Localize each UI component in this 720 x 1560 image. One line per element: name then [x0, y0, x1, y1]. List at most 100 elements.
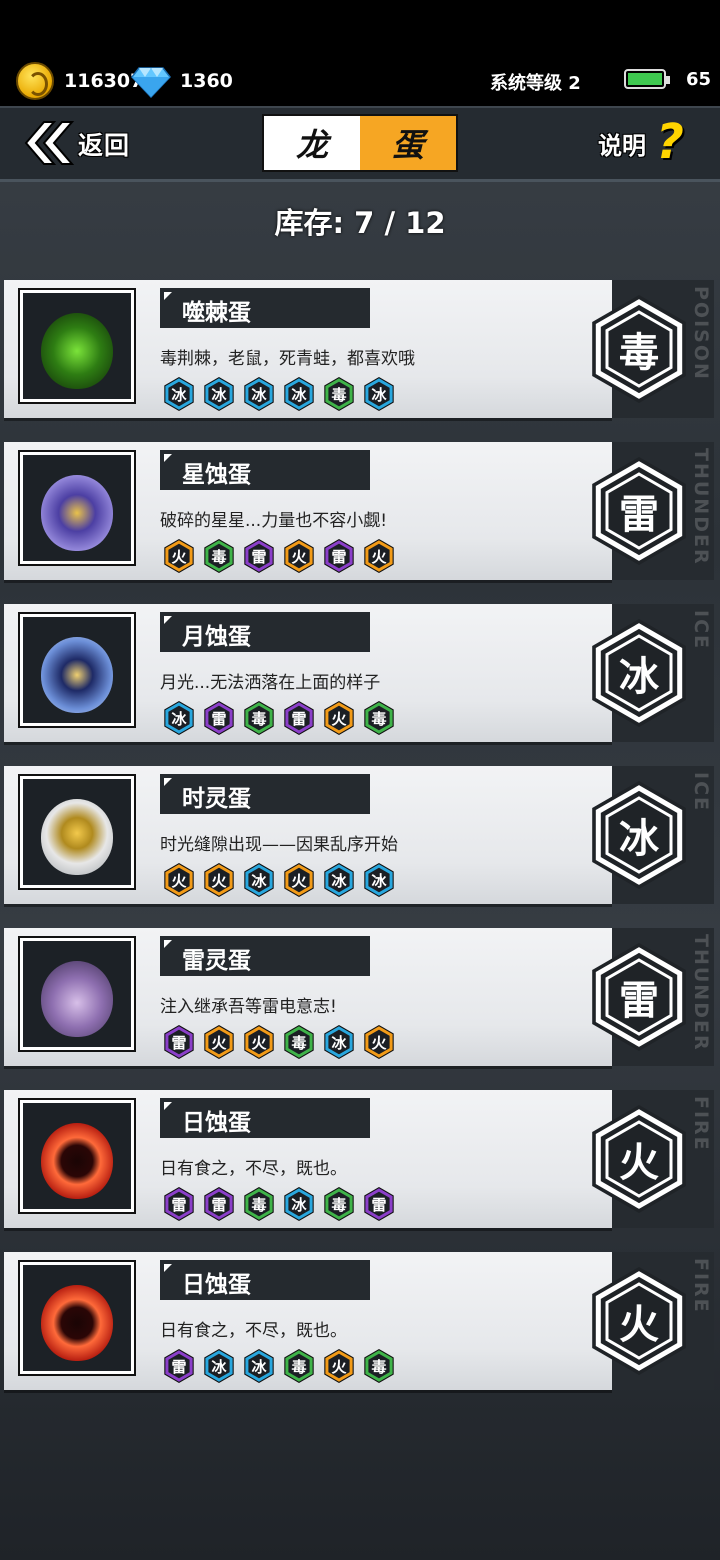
egg-name: 星蚀蛋: [182, 462, 251, 488]
egg-name-plate: 雷灵蛋: [160, 936, 370, 976]
element-badge: 雷: [161, 1024, 197, 1060]
element-badge: 雷: [241, 538, 277, 574]
egg-card[interactable]: THUNDER 星蚀蛋 破碎的星星...力量也不容小觑! 火毒雷火雷火雷: [4, 442, 714, 582]
element-badge: 毒: [201, 538, 237, 574]
element-badge: 毒: [241, 1186, 277, 1222]
question-mark-icon[interactable]: ?: [656, 114, 684, 170]
element-badge: 冰: [201, 1348, 237, 1384]
egg-name: 雷灵蛋: [182, 948, 251, 974]
element-side-label: POISON: [690, 286, 712, 381]
help-button[interactable]: 说明: [598, 126, 646, 161]
element-badge: 雷: [161, 1186, 197, 1222]
egg-card[interactable]: ICE 月蚀蛋月光...无法洒落在上面的样子冰雷毒雷火毒 冰: [4, 604, 714, 744]
thorn-egg-icon: [41, 313, 113, 389]
gem-count: 1360: [180, 70, 233, 92]
element-badge: 毒: [241, 700, 277, 736]
element-side-label: FIRE: [690, 1096, 712, 1152]
sun-eclipse-egg-icon: [41, 1123, 113, 1199]
egg-card[interactable]: FIRE 日蚀蛋 日有食之，不尽，既也。雷雷毒冰毒雷火: [4, 1090, 714, 1230]
element-badge: 冰: [361, 376, 397, 412]
battery-level: 65: [686, 69, 712, 90]
element-badge: 火: [201, 862, 237, 898]
element-badge: 雷: [201, 1186, 237, 1222]
element-badge: 毒: [361, 700, 397, 736]
element-type-badge: 冰: [586, 618, 692, 728]
egg-card[interactable]: ICE 时灵蛋 时光缝隙出现——因果乱序开始火火冰火冰冰冰: [4, 766, 714, 906]
element-badge: 冰: [321, 1024, 357, 1060]
page-title: 龙 蛋: [262, 114, 458, 172]
egg-name: 日蚀蛋: [182, 1110, 251, 1136]
element-badge: 毒: [281, 1024, 317, 1060]
element-badge: 冰: [201, 376, 237, 412]
element-badges: 冰冰冰冰毒冰: [161, 376, 397, 412]
element-badge: 冰: [321, 862, 357, 898]
element-badge: 雷: [321, 538, 357, 574]
egg-thumbnail: [18, 450, 136, 566]
element-badge: 火: [321, 700, 357, 736]
egg-thumbnail: [18, 1260, 136, 1376]
element-badge: 火: [241, 1024, 277, 1060]
element-side-label: ICE: [690, 610, 712, 650]
element-side-label: ICE: [690, 772, 712, 812]
inventory-count: 库存: 7 / 12: [274, 206, 446, 240]
battery-icon: [624, 69, 670, 89]
element-badge: 火: [321, 1348, 357, 1384]
element-side-label: FIRE: [690, 1258, 712, 1314]
element-type-badge: 火: [586, 1104, 692, 1214]
element-badge: 火: [161, 538, 197, 574]
element-badges: 冰雷毒雷火毒: [161, 700, 397, 736]
egg-description: 日有食之，不尽，既也。: [160, 1321, 347, 1341]
element-badges: 火毒雷火雷火: [161, 538, 397, 574]
element-badge: 雷: [361, 1186, 397, 1222]
element-badge: 冰: [281, 1186, 317, 1222]
egg-thumbnail: [18, 288, 136, 404]
egg-name-plate: 噬棘蛋: [160, 288, 370, 328]
egg-card[interactable]: FIRE 日蚀蛋 日有食之，不尽，既也。雷冰冰毒火毒火: [4, 1252, 714, 1392]
element-type-badge: 火: [586, 1266, 692, 1376]
egg-card[interactable]: POISON 噬棘蛋 毒荆棘，老鼠，死青蛙，都喜欢哦冰冰冰冰毒冰毒: [4, 280, 714, 420]
egg-name: 月蚀蛋: [182, 624, 251, 650]
egg-name-plate: 日蚀蛋: [160, 1260, 370, 1300]
sun-eclipse-egg-icon: [41, 1285, 113, 1361]
egg-thumbnail: [18, 1098, 136, 1214]
element-badge: 雷: [281, 700, 317, 736]
egg-description: 毒荆棘，老鼠，死青蛙，都喜欢哦: [160, 349, 415, 369]
thunder-spirit-egg-icon: [41, 961, 113, 1037]
element-badge: 冰: [361, 862, 397, 898]
element-badges: 火火冰火冰冰: [161, 862, 397, 898]
coin-icon: [16, 62, 54, 100]
egg-description: 月光...无法洒落在上面的样子: [160, 673, 381, 693]
egg-thumbnail: [18, 936, 136, 1052]
egg-name-plate: 时灵蛋: [160, 774, 370, 814]
element-side-label: THUNDER: [690, 448, 712, 566]
egg-description: 注入继承吾等雷电意志!: [160, 997, 337, 1017]
star-eclipse-egg-icon: [41, 475, 113, 551]
element-badge: 冰: [281, 376, 317, 412]
title-right: 蛋: [360, 116, 456, 170]
egg-description: 破碎的星星...力量也不容小觑!: [160, 511, 388, 531]
system-level: 系统等级 2: [490, 73, 581, 94]
element-type-badge: 雷: [586, 942, 692, 1052]
egg-name-plate: 月蚀蛋: [160, 612, 370, 652]
element-badge: 火: [361, 1024, 397, 1060]
element-badges: 雷雷毒冰毒雷: [161, 1186, 397, 1222]
element-badge: 冰: [241, 1348, 277, 1384]
element-badge: 冰: [161, 376, 197, 412]
element-badge: 火: [161, 862, 197, 898]
egg-name: 时灵蛋: [182, 786, 251, 812]
element-badge: 毒: [321, 376, 357, 412]
egg-name: 噬棘蛋: [182, 300, 251, 326]
moon-eclipse-egg-icon: [41, 637, 113, 713]
element-type-badge: 毒: [586, 294, 692, 404]
back-button[interactable]: 返回: [78, 126, 130, 162]
element-badge: 雷: [161, 1348, 197, 1384]
element-badges: 雷冰冰毒火毒: [161, 1348, 397, 1384]
time-spirit-egg-icon: [41, 799, 113, 875]
egg-name-plate: 星蚀蛋: [160, 450, 370, 490]
diamond-icon: [131, 67, 171, 98]
element-badges: 雷火火毒冰火: [161, 1024, 397, 1060]
egg-thumbnail: [18, 774, 136, 890]
element-type-badge: 雷: [586, 456, 692, 566]
egg-card[interactable]: THUNDER 雷灵蛋 注入继承吾等雷电意志! 雷火火毒冰火雷: [4, 928, 714, 1068]
element-badge: 火: [281, 538, 317, 574]
